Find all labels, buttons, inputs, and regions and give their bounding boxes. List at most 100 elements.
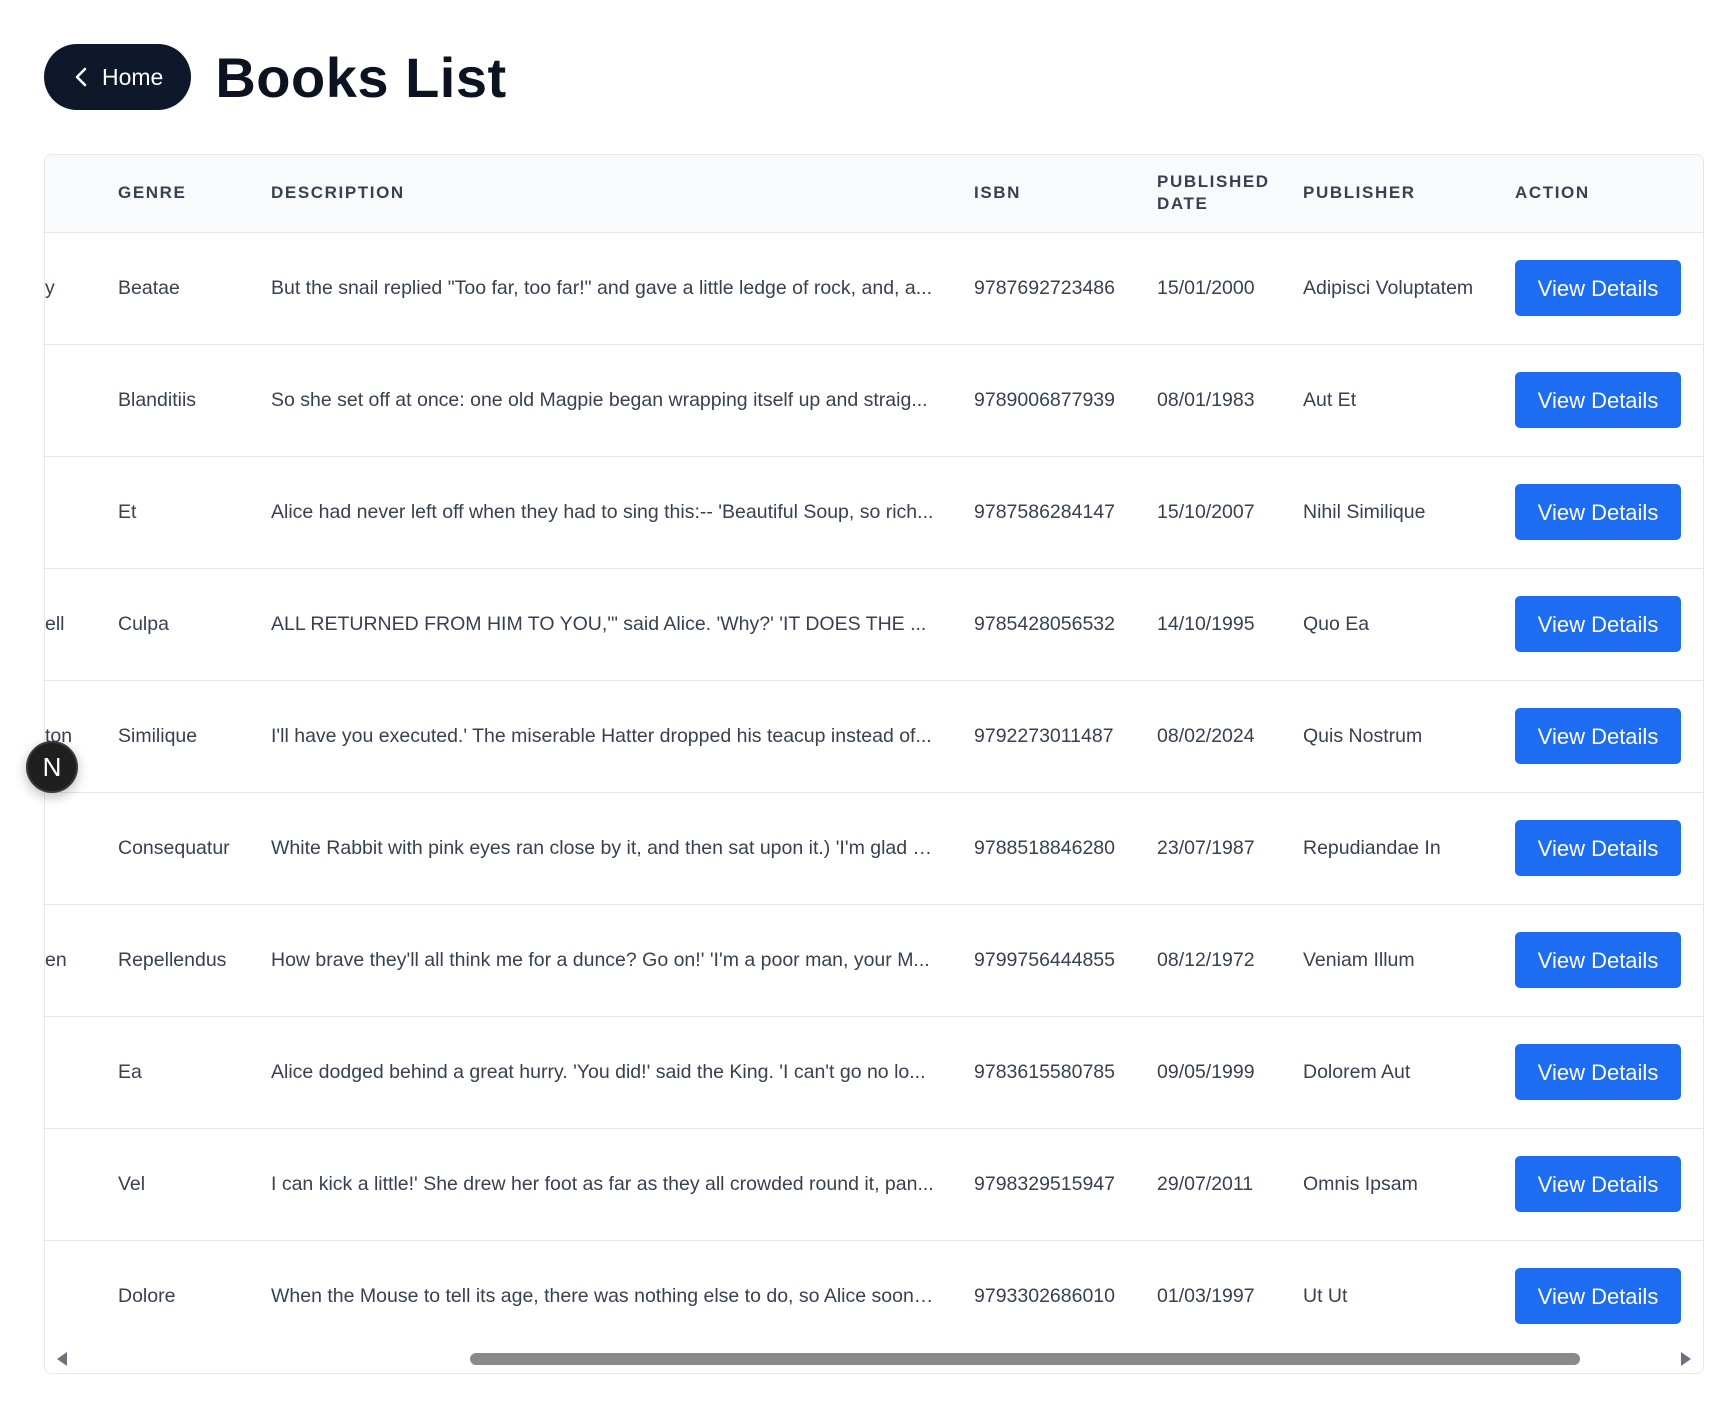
cell-truncated — [45, 792, 118, 904]
chevron-left-icon — [74, 66, 88, 88]
cell-action: View Details — [1515, 1128, 1703, 1240]
cell-publisher: Omnis Ipsam — [1303, 1172, 1418, 1195]
cell-published-date: 29/07/2011 — [1157, 1172, 1254, 1195]
cell-description: Alice dodged behind a great hurry. 'You … — [271, 1060, 926, 1083]
table-row: Et Alice had never left off when they had… — [45, 456, 1703, 568]
table-row: ton Similique I'll have you executed.' The… — [45, 680, 1703, 792]
table-row: Dolore When the Mouse to tell its age, th… — [45, 1240, 1703, 1352]
cell-published-date: 08/01/1983 — [1157, 388, 1255, 411]
cell-published-date: 09/05/1999 — [1157, 1060, 1255, 1083]
cell-published-date: 08/12/1972 — [1157, 948, 1255, 971]
table-row: Vel I can kick a little!' She drew her fo… — [45, 1128, 1703, 1240]
cell-description: When the Mouse to tell its age, there wa… — [271, 1284, 936, 1307]
cell-publisher: Ut Ut — [1303, 1284, 1348, 1307]
cell-truncated — [45, 1128, 118, 1240]
cell-isbn: 9787692723486 — [974, 276, 1115, 299]
cell-genre: Ea — [118, 1060, 142, 1083]
cell-publisher: Aut Et — [1303, 388, 1357, 411]
cell-genre: Culpa — [118, 612, 169, 635]
home-button[interactable]: Home — [44, 44, 192, 110]
cell-isbn: 9792273011487 — [974, 724, 1114, 747]
view-details-button[interactable]: View Details — [1515, 1044, 1681, 1100]
cell-truncated — [45, 1240, 118, 1352]
cell-published-date: 08/02/2024 — [1157, 724, 1255, 747]
cell-description: I can kick a little!' She drew her foot … — [271, 1172, 934, 1195]
cell-isbn: 9787586284147 — [974, 500, 1115, 523]
cell-truncated: en — [45, 948, 67, 971]
cell-genre: Blanditiis — [118, 388, 197, 411]
cell-action: View Details — [1515, 344, 1703, 456]
cell-truncated: y — [45, 276, 55, 299]
cell-action: View Details — [1515, 1016, 1703, 1128]
cell-description: White Rabbit with pink eyes ran close by… — [271, 836, 935, 859]
floating-n-badge[interactable]: N — [26, 741, 78, 793]
books-table-container: GENRE DESCRIPTION ISBN PUBLISHED DATE PU… — [44, 154, 1704, 1374]
cell-isbn: 9798329515947 — [974, 1172, 1115, 1195]
cell-action: View Details — [1515, 1240, 1703, 1352]
cell-isbn: 9785428056532 — [974, 612, 1115, 635]
cell-publisher: Nihil Similique — [1303, 500, 1426, 523]
column-header-publisher: PUBLISHER — [1303, 183, 1416, 203]
cell-publisher: Adipisci Voluptatem — [1303, 276, 1474, 299]
table-header-row: GENRE DESCRIPTION ISBN PUBLISHED DATE PU… — [45, 155, 1703, 232]
cell-published-date: 23/07/1987 — [1157, 836, 1255, 859]
cell-isbn: 9799756444855 — [974, 948, 1115, 971]
cell-truncated: ell — [45, 612, 65, 635]
cell-genre: Dolore — [118, 1284, 176, 1307]
cell-genre: Repellendus — [118, 948, 227, 971]
cell-published-date: 15/01/2000 — [1157, 276, 1255, 299]
cell-publisher: Dolorem Aut — [1303, 1060, 1411, 1083]
cell-action: View Details — [1515, 904, 1703, 1016]
books-table: GENRE DESCRIPTION ISBN PUBLISHED DATE PU… — [45, 155, 1703, 1352]
table-row: Consequatur White Rabbit with pink eyes r… — [45, 792, 1703, 904]
scroll-left-icon[interactable] — [57, 1352, 67, 1366]
cell-action: View Details — [1515, 456, 1703, 568]
cell-genre: Consequatur — [118, 836, 230, 859]
view-details-button[interactable]: View Details — [1515, 372, 1681, 428]
cell-published-date: 01/03/1997 — [1157, 1284, 1255, 1307]
cell-isbn: 9789006877939 — [974, 388, 1115, 411]
view-details-button[interactable]: View Details — [1515, 484, 1681, 540]
cell-description: So she set off at once: one old Magpie b… — [271, 388, 928, 411]
column-header-cut — [45, 155, 118, 232]
horizontal-scrollbar[interactable] — [45, 1343, 1703, 1373]
view-details-button[interactable]: View Details — [1515, 1156, 1681, 1212]
column-header-isbn: ISBN — [974, 183, 1022, 203]
view-details-button[interactable]: View Details — [1515, 932, 1681, 988]
scroll-right-icon[interactable] — [1681, 1352, 1691, 1366]
home-button-label: Home — [102, 63, 164, 90]
cell-truncated — [45, 1016, 118, 1128]
column-header-genre: GENRE — [118, 183, 187, 203]
cell-genre: Et — [118, 500, 137, 523]
table-row: Ea Alice dodged behind a great hurry. 'Yo… — [45, 1016, 1703, 1128]
cell-publisher: Veniam Illum — [1303, 948, 1415, 971]
view-details-button[interactable]: View Details — [1515, 260, 1681, 316]
cell-action: View Details — [1515, 232, 1703, 344]
column-header-published-date: PUBLISHED DATE — [1157, 172, 1270, 214]
cell-action: View Details — [1515, 680, 1703, 792]
scrollbar-thumb[interactable] — [470, 1353, 1580, 1365]
view-details-button[interactable]: View Details — [1515, 820, 1681, 876]
cell-description: I'll have you executed.' The miserable H… — [271, 724, 932, 747]
cell-genre: Similique — [118, 724, 198, 747]
cell-genre: Vel — [118, 1172, 146, 1195]
cell-truncated — [45, 456, 118, 568]
view-details-button[interactable]: View Details — [1515, 1268, 1681, 1325]
table-row: Blanditiis So she set off at once: one ol… — [45, 344, 1703, 456]
cell-action: View Details — [1515, 792, 1703, 904]
cell-truncated — [45, 344, 118, 456]
table-row: y Beatae But the snail replied "Too far, t… — [45, 232, 1703, 344]
cell-action: View Details — [1515, 568, 1703, 680]
cell-description: How brave they'll all think me for a dun… — [271, 948, 930, 971]
cell-description: ALL RETURNED FROM HIM TO YOU,'" said Ali… — [271, 612, 927, 635]
cell-isbn: 9783615580785 — [974, 1060, 1115, 1083]
cell-publisher: Quis Nostrum — [1303, 724, 1423, 747]
cell-description: Alice had never left off when they had t… — [271, 500, 934, 523]
page-title: Books List — [215, 45, 507, 109]
view-details-button[interactable]: View Details — [1515, 596, 1681, 652]
cell-isbn: 9793302686010 — [974, 1284, 1115, 1307]
cell-genre: Beatae — [118, 276, 180, 299]
cell-published-date: 14/10/1995 — [1157, 612, 1255, 635]
table-row: en Repellendus How brave they'll all think… — [45, 904, 1703, 1016]
view-details-button[interactable]: View Details — [1515, 708, 1681, 764]
